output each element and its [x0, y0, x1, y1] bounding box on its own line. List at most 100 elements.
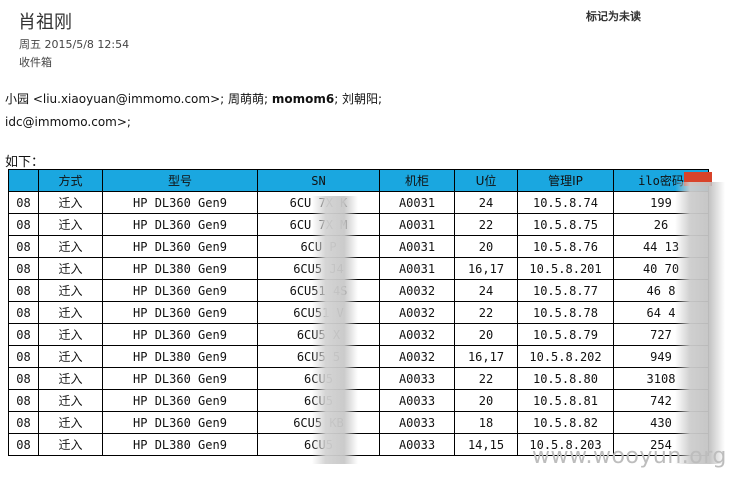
header-cabinet: 机柜 [379, 169, 455, 192]
model-cell: HP DL360 Gen9 [102, 389, 258, 412]
header-method: 方式 [38, 169, 103, 192]
date-cell: 08 [8, 389, 39, 412]
date-cell: 08 [8, 191, 39, 214]
mgmt-ip-cell: 10.5.8.201 [517, 257, 614, 280]
date-cell: 08 [8, 235, 39, 258]
cabinet-cell: A0031 [379, 213, 455, 236]
u-position-cell: 20 [454, 389, 518, 412]
model-cell: HP DL380 Gen9 [102, 433, 258, 456]
date-cell: 08 [8, 345, 39, 368]
date-cell: 08 [8, 411, 39, 434]
u-position-cell: 16,17 [454, 257, 518, 280]
model-cell: HP DL360 Gen9 [102, 235, 258, 258]
method-cell: 迁入 [38, 411, 103, 434]
model-cell: HP DL360 Gen9 [102, 191, 258, 214]
cabinet-cell: A0032 [379, 323, 455, 346]
cabinet-cell: A0031 [379, 191, 455, 214]
cabinet-cell: A0031 [379, 235, 455, 258]
mgmt-ip-cell: 10.5.8.78 [517, 301, 614, 324]
method-cell: 迁入 [38, 235, 103, 258]
mgmt-ip-cell: 10.5.8.81 [517, 389, 614, 412]
table-row: 08迁入HP DL360 Gen96CU 7X MA00312210.5.8.7… [8, 213, 709, 236]
date-cell: 08 [8, 367, 39, 390]
mgmt-ip-cell: 10.5.8.80 [517, 367, 614, 390]
method-cell: 迁入 [38, 213, 103, 236]
date-cell: 08 [8, 433, 39, 456]
cabinet-cell: A0033 [379, 389, 455, 412]
table-row: 08迁入HP DL380 Gen96CU5 J4A003116,1710.5.8… [8, 257, 709, 280]
u-position-cell: 24 [454, 191, 518, 214]
header-sn: SN [257, 169, 380, 192]
method-cell: 迁入 [38, 257, 103, 280]
table-row: 08迁入HP DL360 Gen96CU5A00332010.5.8.81742 [8, 389, 709, 412]
u-position-cell: 16,17 [454, 345, 518, 368]
header-date [8, 169, 39, 192]
table-row: 08迁入HP DL360 Gen96CU51 VA00322210.5.8.78… [8, 301, 709, 324]
cabinet-cell: A0031 [379, 257, 455, 280]
table-row: 08迁入HP DL360 Gen96CU5A00332210.5.8.80310… [8, 367, 709, 390]
u-position-cell: 22 [454, 367, 518, 390]
header-model: 型号 [102, 169, 258, 192]
recipients-text-end: ; 刘朝阳; [334, 92, 383, 106]
u-position-cell: 22 [454, 301, 518, 324]
date-cell: 08 [8, 213, 39, 236]
table-row: 08迁入HP DL380 Gen96CU5 5A003216,1710.5.8.… [8, 345, 709, 368]
cabinet-cell: A0033 [379, 411, 455, 434]
method-cell: 迁入 [38, 389, 103, 412]
method-cell: 迁入 [38, 433, 103, 456]
cabinet-cell: A0032 [379, 279, 455, 302]
email-datetime: 周五 2015/5/8 12:54 [19, 38, 130, 51]
u-position-cell: 24 [454, 279, 518, 302]
mgmt-ip-cell: 10.5.8.74 [517, 191, 614, 214]
model-cell: HP DL380 Gen9 [102, 345, 258, 368]
date-cell: 08 [8, 301, 39, 324]
table-row: 08迁入HP DL360 Gen96CU 7X KA00312410.5.8.7… [8, 191, 709, 214]
cabinet-cell: A0033 [379, 367, 455, 390]
recipients-line-1: 小园 <liu.xiaoyuan@immomo.com>; 周萌萌; momom… [5, 90, 382, 107]
cabinet-cell: A0032 [379, 301, 455, 324]
ilo-redaction-blur [675, 182, 725, 464]
header-mgmt-ip: 管理IP [517, 169, 614, 192]
method-cell: 迁入 [38, 345, 103, 368]
mgmt-ip-cell: 10.5.8.76 [517, 235, 614, 258]
u-position-cell: 20 [454, 235, 518, 258]
cabinet-cell: A0032 [379, 345, 455, 368]
watermark: www.wooyun.org [532, 444, 727, 469]
method-cell: 迁入 [38, 191, 103, 214]
mark-unread-button[interactable]: 标记为未读 [586, 8, 641, 24]
table-header-row: 方式 型号 SN 机柜 U位 管理IP ilo密码 [8, 169, 709, 192]
method-cell: 迁入 [38, 323, 103, 346]
server-table: 方式 型号 SN 机柜 U位 管理IP ilo密码 08 迁入 HP DL360 G… [8, 169, 709, 456]
model-cell: HP DL360 Gen9 [102, 279, 258, 302]
table-row: 08迁入HP DL360 Gen96CU51 4SA00322410.5.8.7… [8, 279, 709, 302]
recipients-text: 小园 <liu.xiaoyuan@immomo.com>; 周萌萌; [5, 92, 272, 106]
u-position-cell: 14,15 [454, 433, 518, 456]
model-cell: HP DL360 Gen9 [102, 367, 258, 390]
method-cell: 迁入 [38, 301, 103, 324]
method-cell: 迁入 [38, 367, 103, 390]
table-row: 08迁入HP DL360 Gen96CU PA00312010.5.8.7644… [8, 235, 709, 258]
date-cell: 08 [8, 257, 39, 280]
recipient-bold[interactable]: momom6 [272, 92, 334, 106]
model-cell: HP DL360 Gen9 [102, 301, 258, 324]
sender-name: 肖祖刚 [18, 12, 72, 33]
date-cell: 08 [8, 323, 39, 346]
model-cell: HP DL360 Gen9 [102, 411, 258, 434]
table-row: 08迁入HP DL360 Gen96CU5 XA00322010.5.8.797… [8, 323, 709, 346]
table-row: 08迁入HP DL360 Gen96CU5 KBA00331810.5.8.82… [8, 411, 709, 434]
u-position-cell: 18 [454, 411, 518, 434]
date-cell: 08 [8, 279, 39, 302]
model-cell: HP DL360 Gen9 [102, 323, 258, 346]
sn-redaction-blur [312, 196, 358, 464]
cabinet-cell: A0033 [379, 433, 455, 456]
intro-text: 如下： [5, 155, 45, 170]
mgmt-ip-cell: 10.5.8.79 [517, 323, 614, 346]
mgmt-ip-cell: 10.5.8.75 [517, 213, 614, 236]
model-cell: HP DL360 Gen9 [102, 213, 258, 236]
method-cell: 迁入 [38, 279, 103, 302]
mgmt-ip-cell: 10.5.8.82 [517, 411, 614, 434]
mgmt-ip-cell: 10.5.8.77 [517, 279, 614, 302]
mgmt-ip-cell: 10.5.8.202 [517, 345, 614, 368]
recipients-line-2: idc@immomo.com>; [5, 115, 131, 129]
u-position-cell: 20 [454, 323, 518, 346]
